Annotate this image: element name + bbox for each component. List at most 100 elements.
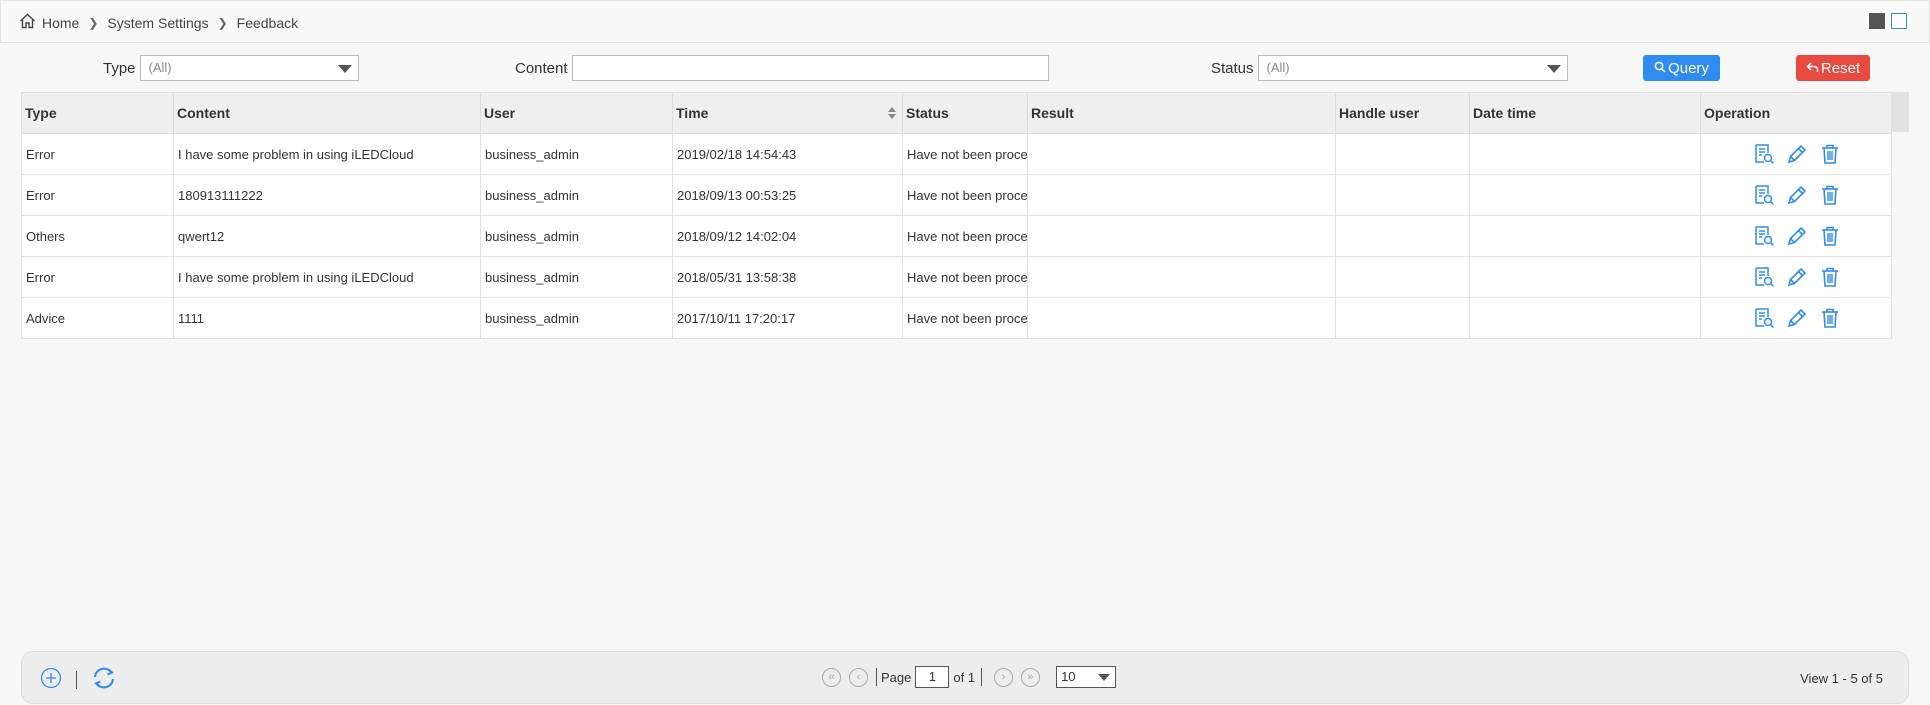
cell-date-time bbox=[1469, 215, 1701, 257]
edit-pencil-icon[interactable] bbox=[1785, 142, 1809, 166]
cell-content: I have some problem in using iLEDCloud bbox=[173, 133, 481, 175]
cell-content: I have some problem in using iLEDCloud bbox=[173, 256, 481, 298]
column-header-handle-user[interactable]: Handle user bbox=[1335, 92, 1470, 134]
query-button[interactable]: Query bbox=[1643, 55, 1720, 81]
column-header-result[interactable]: Result bbox=[1027, 92, 1336, 134]
operation-buttons bbox=[1705, 183, 1891, 207]
cell-handle-user bbox=[1335, 297, 1470, 339]
cell-date-time bbox=[1469, 256, 1701, 298]
type-label: Type bbox=[103, 59, 136, 77]
page-size-value: 10 bbox=[1061, 669, 1076, 684]
cell-result bbox=[1027, 297, 1336, 339]
cell-time: 2019/02/18 14:54:43 bbox=[672, 133, 903, 175]
reset-button[interactable]: Reset bbox=[1796, 55, 1870, 81]
column-header-content[interactable]: Content bbox=[173, 92, 481, 134]
delete-trash-icon[interactable] bbox=[1819, 143, 1841, 165]
cell-type: Error bbox=[21, 174, 174, 216]
view-info: View 1 - 5 of 5 bbox=[1800, 671, 1883, 686]
view-detail-icon[interactable] bbox=[1753, 225, 1775, 247]
breadcrumb-section[interactable]: System Settings bbox=[107, 15, 208, 31]
cell-status: Have not been processed bbox=[902, 215, 1028, 257]
cell-operation bbox=[1700, 256, 1892, 298]
cell-operation bbox=[1700, 215, 1892, 257]
breadcrumb-page: Feedback bbox=[236, 14, 299, 31]
cell-operation bbox=[1700, 174, 1892, 216]
cell-handle-user bbox=[1335, 215, 1470, 257]
column-header-date-time[interactable]: Date time bbox=[1469, 92, 1701, 134]
chevron-down-icon bbox=[1546, 65, 1561, 73]
table-row[interactable]: Error 180913111222 business_admin 2018/09/1… bbox=[21, 174, 1892, 216]
edit-pencil-icon[interactable] bbox=[1785, 224, 1809, 248]
edit-pencil-icon[interactable] bbox=[1785, 306, 1809, 330]
view-detail-icon[interactable] bbox=[1753, 143, 1775, 165]
column-header-type[interactable]: Type bbox=[21, 92, 174, 134]
first-page-icon[interactable]: « bbox=[822, 667, 841, 687]
query-label: Query bbox=[1668, 59, 1709, 77]
column-header-operation: Operation bbox=[1700, 92, 1892, 134]
prev-page-icon[interactable]: ‹ bbox=[849, 667, 868, 687]
cell-time: 2018/05/31 13:58:38 bbox=[672, 256, 903, 298]
column-header-status[interactable]: Status bbox=[902, 92, 1028, 134]
breadcrumb-home[interactable]: Home bbox=[42, 15, 79, 31]
table-row[interactable]: Advice 1111 business_admin 2017/10/11 17:20… bbox=[21, 297, 1892, 339]
view-detail-icon[interactable] bbox=[1753, 266, 1775, 288]
content-filter: Content bbox=[515, 55, 1049, 81]
layout-light-icon[interactable] bbox=[1891, 13, 1907, 29]
cell-handle-user bbox=[1335, 174, 1470, 216]
status-select[interactable]: (All) bbox=[1257, 55, 1568, 81]
pager: « ‹ Page 1 of 1 › » 10 View 1 - 5 of 5 bbox=[21, 651, 1909, 704]
cell-content: 1111 bbox=[173, 297, 481, 339]
layout-switcher bbox=[1869, 13, 1907, 29]
type-filter: Type (All) bbox=[103, 55, 359, 81]
edit-pencil-icon[interactable] bbox=[1785, 265, 1809, 289]
page-size-select[interactable]: 10 bbox=[1056, 666, 1117, 688]
edit-pencil-icon[interactable] bbox=[1785, 183, 1809, 207]
status-filter: Status (All) bbox=[1211, 55, 1568, 81]
pager-actions bbox=[40, 666, 117, 693]
view-detail-icon[interactable] bbox=[1753, 184, 1775, 206]
column-header-time[interactable]: Time bbox=[672, 92, 903, 134]
page-input[interactable]: 1 bbox=[915, 666, 950, 688]
cell-type: Error bbox=[21, 256, 174, 298]
delete-trash-icon[interactable] bbox=[1819, 184, 1841, 206]
operation-buttons bbox=[1705, 265, 1891, 289]
divider bbox=[76, 670, 77, 689]
last-page-icon[interactable]: » bbox=[1021, 667, 1041, 687]
status-label: Status bbox=[1211, 59, 1254, 77]
view-detail-icon[interactable] bbox=[1753, 307, 1775, 329]
page-count: of 1 bbox=[953, 669, 976, 685]
page-label: Page bbox=[881, 669, 912, 685]
cell-user: business_admin bbox=[480, 133, 673, 175]
chevron-right-icon: ❯ bbox=[88, 15, 99, 30]
cell-type: Error bbox=[21, 133, 174, 175]
add-icon[interactable] bbox=[40, 667, 62, 692]
delete-trash-icon[interactable] bbox=[1819, 266, 1841, 288]
column-header-time-label: Time bbox=[676, 105, 709, 121]
content-input[interactable] bbox=[571, 55, 1049, 81]
refresh-icon[interactable] bbox=[91, 666, 117, 693]
cell-time: 2017/10/11 17:20:17 bbox=[672, 297, 903, 339]
cell-status: Have not been processed bbox=[902, 256, 1028, 298]
next-page-icon[interactable]: › bbox=[994, 667, 1014, 687]
sort-icon[interactable] bbox=[887, 106, 897, 120]
cell-status: Have not been processed bbox=[902, 297, 1028, 339]
cell-operation bbox=[1700, 133, 1892, 175]
divider bbox=[981, 668, 983, 686]
home-icon[interactable] bbox=[19, 13, 42, 32]
cell-user: business_admin bbox=[480, 174, 673, 216]
table-row[interactable]: Others qwert12 business_admin 2018/09/12 14… bbox=[21, 215, 1892, 257]
table-row[interactable]: Error I have some problem in using iLEDCl… bbox=[21, 133, 1892, 175]
layout-dark-icon[interactable] bbox=[1869, 13, 1885, 29]
column-header-user[interactable]: User bbox=[480, 92, 673, 134]
cell-status: Have not been processed bbox=[902, 174, 1028, 216]
delete-trash-icon[interactable] bbox=[1819, 225, 1841, 247]
cell-content: qwert12 bbox=[173, 215, 481, 257]
breadcrumb: Home ❯ System Settings ❯ Feedback bbox=[19, 13, 298, 32]
delete-trash-icon[interactable] bbox=[1819, 307, 1841, 329]
type-select[interactable]: (All) bbox=[139, 55, 359, 81]
cell-result bbox=[1027, 215, 1336, 257]
cell-date-time bbox=[1469, 297, 1701, 339]
cell-operation bbox=[1700, 297, 1892, 339]
table-row[interactable]: Error I have some problem in using iLEDCl… bbox=[21, 256, 1892, 298]
operation-buttons bbox=[1705, 306, 1891, 330]
